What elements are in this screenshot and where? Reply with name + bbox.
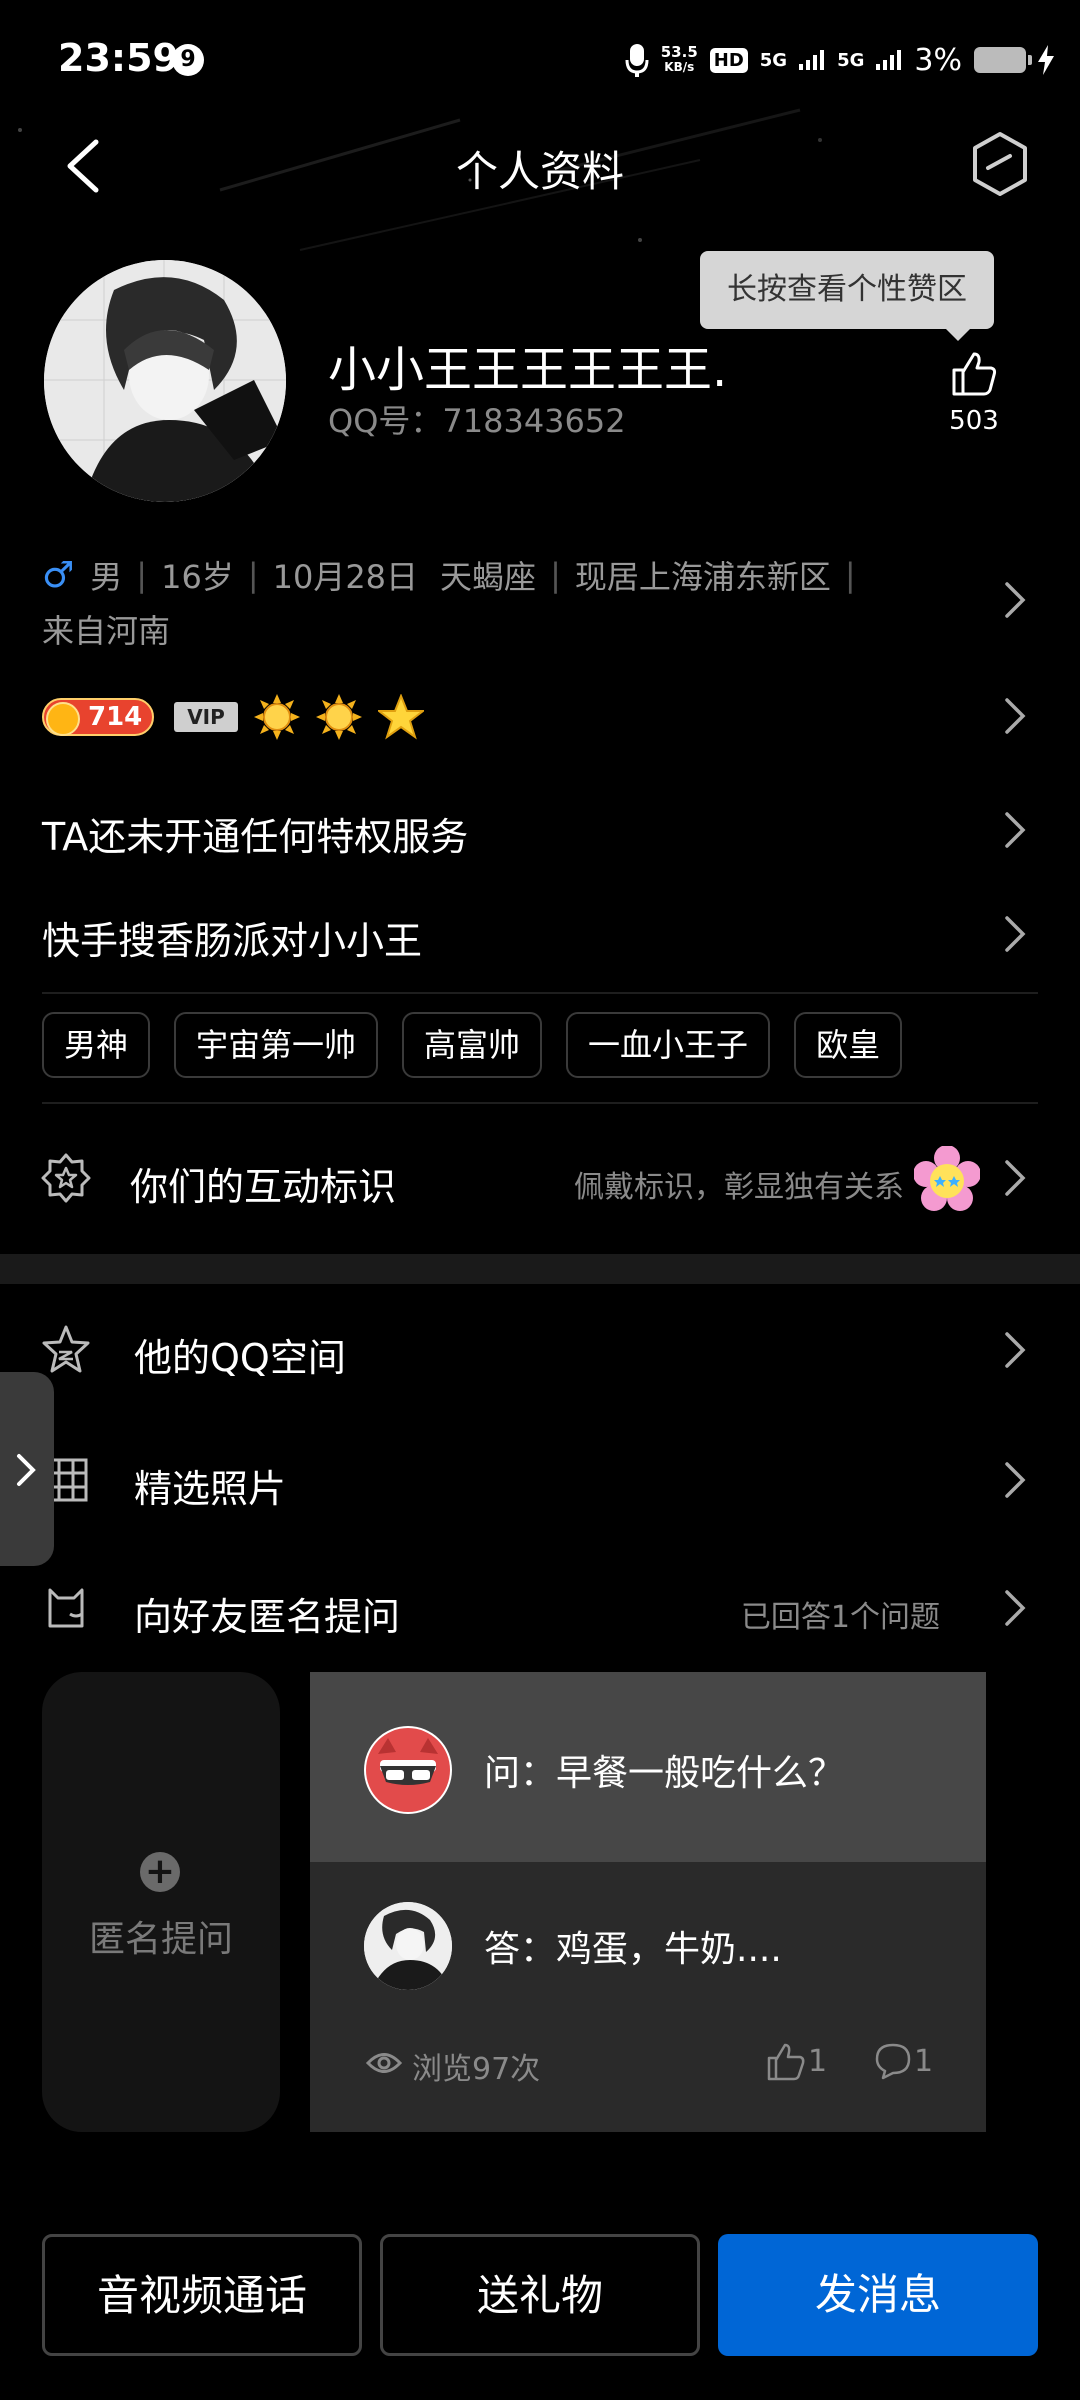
battery-percent: 3% [914, 42, 962, 78]
charging-icon [1038, 45, 1054, 75]
like-tooltip: 长按查看个性赞区 [700, 251, 994, 341]
chevron-right-icon[interactable] [1002, 810, 1028, 850]
like-button[interactable]: 503 [930, 350, 1018, 436]
anon-ask-card[interactable] [42, 1672, 280, 2132]
sun-badge-icon [254, 694, 300, 740]
section-gap [0, 1254, 1080, 1284]
tag-item[interactable]: 宇宙第一帅 [174, 1012, 379, 1078]
qa-like-count: 1 [808, 2044, 828, 2079]
profile-info-row[interactable]: ♂ 男 | 16岁 | 10月28日 天蝎座 | 现居上海浦东新区 | [42, 552, 870, 598]
comment-icon[interactable] [874, 2042, 912, 2080]
level-badges[interactable]: 714 VIP [42, 694, 424, 740]
divider: | [136, 556, 148, 594]
view-count: 浏览97次 [412, 2052, 541, 2087]
gear-badge-icon [41, 1153, 91, 1203]
status-time: 23:59 [58, 36, 179, 80]
thumbs-up-icon [952, 352, 997, 396]
tag-item[interactable]: 高富帅 [402, 1012, 543, 1078]
signal-5g-icon-2: 5G [837, 49, 865, 71]
age-text: 16岁 [161, 558, 234, 596]
hexagon-menu-icon[interactable] [970, 130, 1030, 198]
qa-card[interactable]: 问：早餐一般吃什么？ 答：鸡蛋，牛奶.... 浏览97次 1 1 [310, 1672, 986, 2132]
answer-text: 答：鸡蛋，牛奶.... [484, 1929, 782, 1970]
av-call-button[interactable]: 音视频通话 [42, 2234, 362, 2356]
asker-avatar [364, 1726, 452, 1814]
divider: | [550, 556, 561, 594]
sun-badge-icon-2 [316, 694, 362, 740]
birthday-text: 10月28日 [272, 558, 419, 596]
status-icons: 53.5 KB/s HD 5G 5G 3% [625, 40, 1054, 80]
hd-icon: HD [709, 47, 748, 73]
vip-badge: VIP [174, 702, 238, 732]
side-drawer-tab[interactable] [0, 1372, 54, 1566]
cat-icon [48, 1588, 84, 1628]
anon-ask-label: 匿名提问 [88, 1919, 233, 1960]
answerer-avatar [364, 1902, 452, 1990]
eye-icon [366, 2053, 402, 2073]
chevron-right-icon[interactable] [1002, 696, 1028, 736]
hometown-text: 来自河南 [42, 612, 171, 650]
plus-icon: + [140, 1852, 180, 1892]
tag-item[interactable]: 一血小王子 [566, 1012, 771, 1078]
divider: | [247, 556, 259, 594]
microphone-icon [625, 44, 649, 77]
chevron-right-icon[interactable] [1002, 914, 1028, 954]
location-text: 现居上海浦东新区 [574, 558, 831, 596]
chevron-right-icon [17, 1454, 36, 1486]
flower-badge-icon [914, 1146, 980, 1211]
qa-comment-count: 1 [914, 2044, 934, 2079]
chevron-right-icon[interactable] [1002, 1588, 1028, 1628]
tag-item[interactable]: 男神 [42, 1012, 151, 1078]
send-message-button[interactable]: 发消息 [718, 2234, 1038, 2356]
chevron-right-icon[interactable] [1002, 1330, 1028, 1370]
net-speed: 53.5 KB/s [661, 45, 698, 75]
qzone-row[interactable]: 他的QQ空间 [134, 1327, 346, 1382]
answered-count: 已回答1个问题 [740, 1600, 940, 1635]
signal-5g-icon: 5G [759, 49, 788, 71]
thumbs-up-icon[interactable] [766, 2042, 806, 2082]
page-title: 个人资料 [455, 147, 624, 196]
avatar[interactable] [44, 260, 286, 502]
signal-bars-icon [799, 50, 825, 70]
male-icon: ♂ [42, 554, 75, 596]
anon-question-row[interactable]: 向好友匿名提问 [134, 1586, 400, 1641]
net-speed-value: 53.5 [660, 43, 698, 61]
question-text: 问：早餐一般吃什么？ [484, 1753, 845, 1794]
like-count: 503 [949, 406, 999, 436]
tag-item[interactable]: 欧皇 [794, 1012, 903, 1078]
level-coin-badge: 714 [42, 698, 154, 736]
tag-list: 男神 宇宙第一帅 高富帅 一血小王子 欧皇 [42, 1012, 903, 1078]
privilege-row[interactable]: TA还未开通任何特权服务 [42, 806, 468, 861]
net-speed-unit: KB/s [664, 60, 695, 74]
qq-number: QQ号：718343652 [328, 402, 626, 440]
send-gift-button[interactable]: 送礼物 [380, 2234, 700, 2356]
divider [42, 1102, 1038, 1104]
chevron-right-icon[interactable] [1002, 1158, 1028, 1198]
notification-badge: 9 [172, 44, 204, 76]
nickname: 小小王王王王王王. [328, 342, 728, 398]
interaction-mark-label[interactable]: 你们的互动标识 [130, 1156, 396, 1211]
divider [42, 992, 1038, 994]
star-outline-icon [42, 1325, 90, 1373]
interaction-mark-hint: 佩戴标识，彰显独有关系 [574, 1170, 904, 1205]
battery-icon [974, 47, 1032, 73]
photos-row[interactable]: 精选照片 [134, 1458, 286, 1513]
gender-text: 男 [90, 558, 123, 596]
star-badge-icon [378, 694, 424, 740]
signature-row[interactable]: 快手搜香肠派对小小王 [42, 910, 422, 965]
chevron-right-icon[interactable] [1002, 1460, 1028, 1500]
signal-bars-icon-2 [876, 50, 902, 70]
divider: | [844, 556, 856, 594]
zodiac-text: 天蝎座 [440, 558, 537, 596]
chevron-right-icon[interactable] [1002, 580, 1028, 620]
